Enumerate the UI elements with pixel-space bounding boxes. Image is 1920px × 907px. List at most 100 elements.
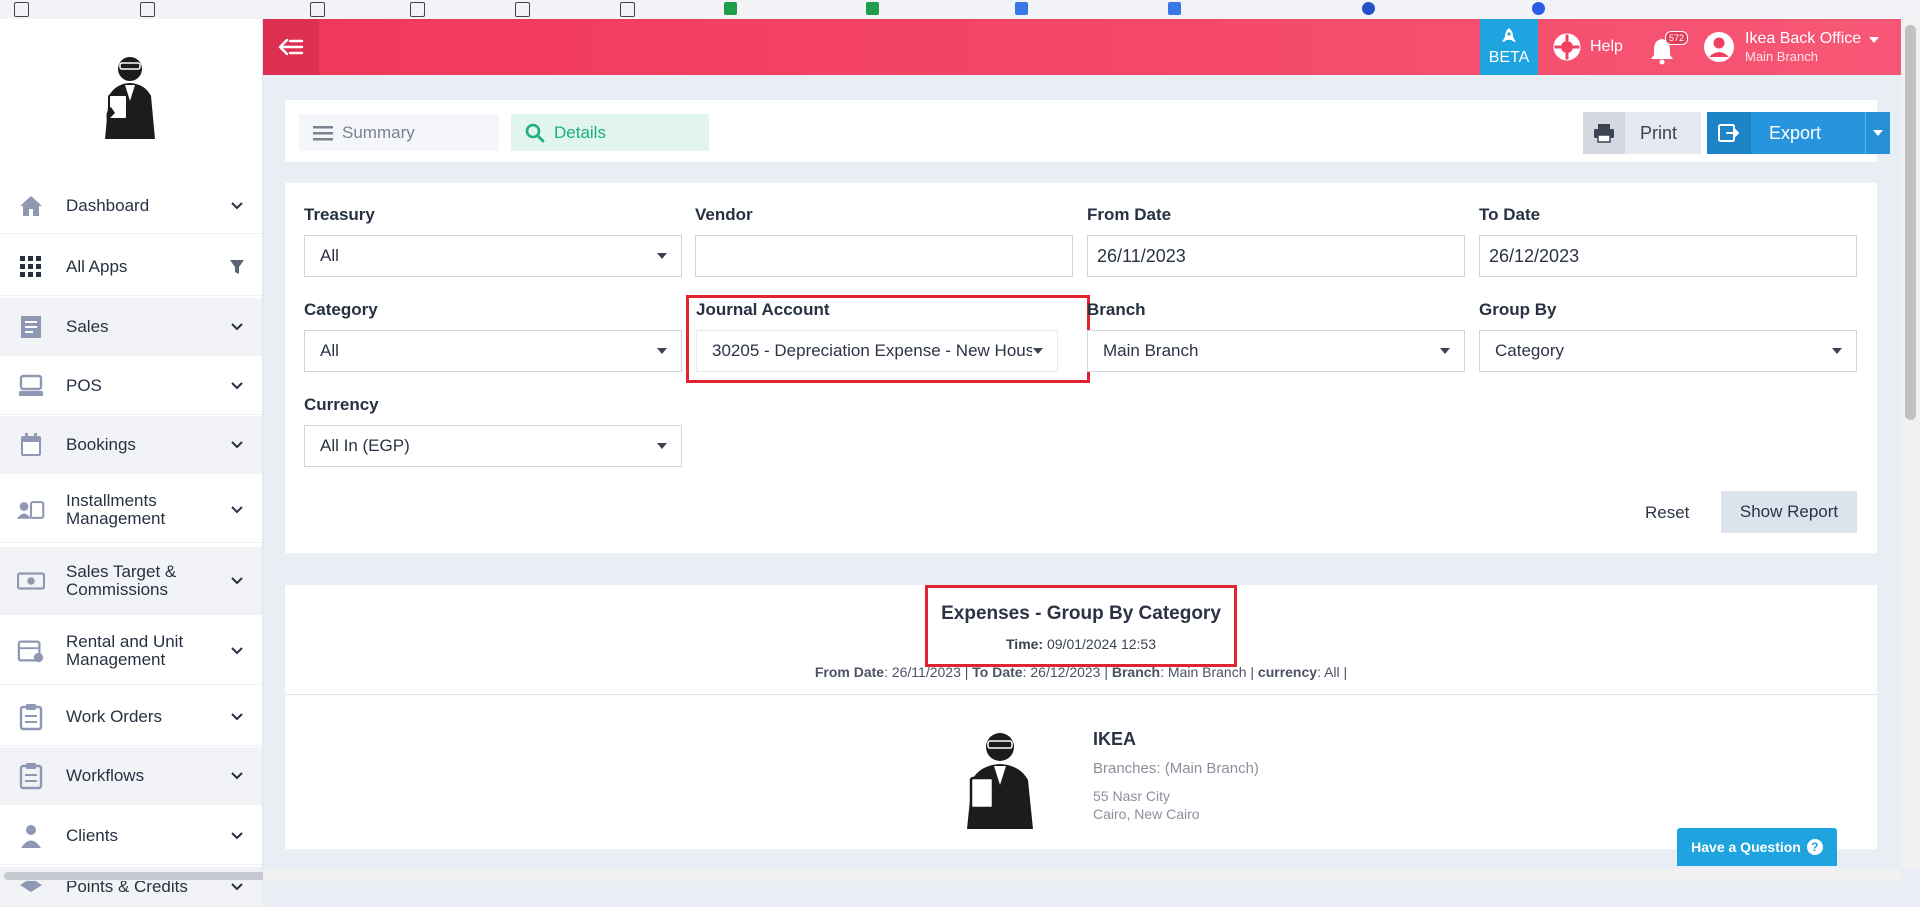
tab-summary[interactable]: Summary [299, 114, 499, 151]
collapse-sidebar-button[interactable] [263, 19, 319, 75]
category-select[interactable]: All [304, 330, 682, 372]
report-tabs-card: Summary Details Print Export [285, 100, 1890, 162]
help-button[interactable]: Help [1552, 29, 1623, 65]
notifications-button[interactable]: 572 [1649, 31, 1689, 65]
from-date-input[interactable]: 26/11/2023 [1087, 235, 1465, 277]
beta-label: BETA [1488, 49, 1530, 66]
chevron-down-icon[interactable] [230, 320, 244, 334]
to-date-label: To Date [1479, 205, 1541, 224]
caret-down-icon [1832, 348, 1842, 354]
meta-branch-label: Branch [1111, 664, 1161, 680]
print-button[interactable]: Print [1583, 112, 1701, 154]
chevron-down-icon[interactable] [230, 880, 244, 894]
sidebar-item-pos[interactable]: POS [0, 357, 262, 415]
caret-down-icon [1440, 348, 1450, 354]
search-icon [525, 123, 545, 143]
bookmark-icon[interactable] [515, 2, 530, 17]
print-label: Print [1640, 122, 1678, 143]
chevron-down-icon[interactable] [230, 710, 244, 724]
docs-icon[interactable] [1015, 2, 1028, 15]
horizontal-scrollbar[interactable] [263, 869, 1901, 881]
bookmark-icon[interactable] [310, 2, 325, 17]
meta-branch-value: : Main Branch | [1160, 664, 1258, 680]
report-preview-card: Expenses - Group By Category Time: 09/01… [285, 585, 1877, 849]
category-value: All [320, 341, 339, 360]
bookmark-icon[interactable] [410, 2, 425, 17]
bookmark-icon[interactable] [620, 2, 635, 17]
sidebar-scrollbar[interactable] [0, 869, 266, 881]
lifebuoy-icon [1553, 33, 1581, 61]
sheets-icon[interactable] [724, 2, 737, 15]
sidebar-item-all-apps[interactable]: All Apps [0, 238, 262, 296]
report-title-highlight [925, 585, 1237, 667]
scrollbar-thumb[interactable] [1905, 25, 1916, 420]
app-logo[interactable] [95, 51, 165, 141]
bookmark-icon[interactable] [14, 2, 29, 17]
sidebar-item-installments-management[interactable]: Installments Management [0, 477, 262, 543]
bookmarks-bar [0, 0, 1920, 20]
sidebar-item-work-orders[interactable]: Work Orders [0, 688, 262, 746]
chevron-down-icon[interactable] [230, 199, 244, 213]
chevron-down-icon[interactable] [230, 769, 244, 783]
sidebar-item-dashboard[interactable]: Dashboard [0, 179, 262, 234]
treasury-select[interactable]: All [304, 235, 682, 277]
filter-icon[interactable] [230, 259, 244, 274]
chevron-down-icon[interactable] [230, 644, 244, 658]
top-header: BETA Help 572 Ikea Back Office Main Bran… [263, 19, 1901, 75]
meta-from-label: From Date [814, 664, 885, 680]
show-report-button[interactable]: Show Report [1721, 491, 1857, 533]
beta-button[interactable]: BETA [1480, 19, 1538, 75]
caret-down-icon [657, 443, 667, 449]
export-button[interactable]: Export [1707, 112, 1865, 154]
have-a-question-button[interactable]: Have a Question ? [1677, 828, 1837, 866]
printer-icon [1583, 112, 1625, 154]
sidebar-item-label: Installments Management [66, 490, 166, 528]
docs-icon[interactable] [1168, 2, 1181, 15]
currency-select[interactable]: All In (EGP) [304, 425, 682, 467]
sidebar-item-sales[interactable]: Sales [0, 298, 262, 356]
export-dropdown-toggle[interactable] [1865, 112, 1890, 154]
sidebar: Dashboard All Apps Sales POS Bookings Install… [0, 19, 266, 907]
user-menu[interactable]: Ikea Back Office Main Branch [1703, 27, 1880, 67]
group-by-select[interactable]: Category [1479, 330, 1857, 372]
chevron-down-icon[interactable] [230, 574, 244, 588]
scrollbar-thumb[interactable] [4, 872, 266, 880]
sidebar-item-bookings[interactable]: Bookings [0, 416, 262, 474]
chevron-down-icon[interactable] [230, 438, 244, 452]
export-icon [1707, 112, 1751, 154]
chevron-down-icon[interactable] [230, 829, 244, 843]
chevron-down-icon[interactable] [230, 503, 244, 517]
bookmark-icon[interactable] [1362, 2, 1375, 15]
sidebar-item-clients[interactable]: Clients [0, 807, 262, 865]
group-by-label: Group By [1479, 300, 1557, 319]
bookmark-icon[interactable] [1532, 2, 1545, 15]
branch-select[interactable]: Main Branch [1087, 330, 1465, 372]
clipboard-icon [17, 703, 45, 731]
caret-down-icon [657, 253, 667, 259]
sidebar-item-workflows[interactable]: Workflows [0, 747, 262, 805]
page-scrollbar[interactable] [1901, 19, 1920, 869]
report-filter-summary: From Date: 26/11/2023 | To Date: 26/12/2… [285, 664, 1877, 680]
to-date-input[interactable]: 26/12/2023 [1479, 235, 1857, 277]
meta-to-value: : 26/12/2023 | [1022, 664, 1112, 680]
treasury-value: All [320, 246, 339, 265]
company-logo [955, 725, 1045, 830]
tab-details[interactable]: Details [511, 114, 709, 151]
sidebar-item-sales-target-commissions[interactable]: Sales Target & Commissions [0, 547, 262, 615]
meta-to-label: To Date [972, 664, 1023, 680]
currency-value: All In (EGP) [320, 436, 410, 455]
vendor-input[interactable] [695, 235, 1073, 277]
chevron-down-icon[interactable] [230, 379, 244, 393]
question-mark-icon: ? [1806, 839, 1823, 855]
bookmark-icon[interactable] [140, 2, 155, 17]
to-date-value: 26/12/2023 [1489, 245, 1580, 266]
company-branches: Branches: (Main Branch) [1093, 760, 1259, 777]
pos-icon [17, 372, 45, 400]
sidebar-item-rental-and-unit-management[interactable]: Rental and Unit Management [0, 617, 262, 685]
tab-details-label: Details [554, 122, 606, 142]
user-name: Ikea Back Office [1745, 30, 1862, 47]
company-address-line-1: 55 Nasr City [1093, 788, 1171, 804]
sheets-icon[interactable] [866, 2, 879, 15]
sidebar-item-label: POS [66, 375, 102, 395]
reset-button[interactable]: Reset [1645, 503, 1689, 523]
